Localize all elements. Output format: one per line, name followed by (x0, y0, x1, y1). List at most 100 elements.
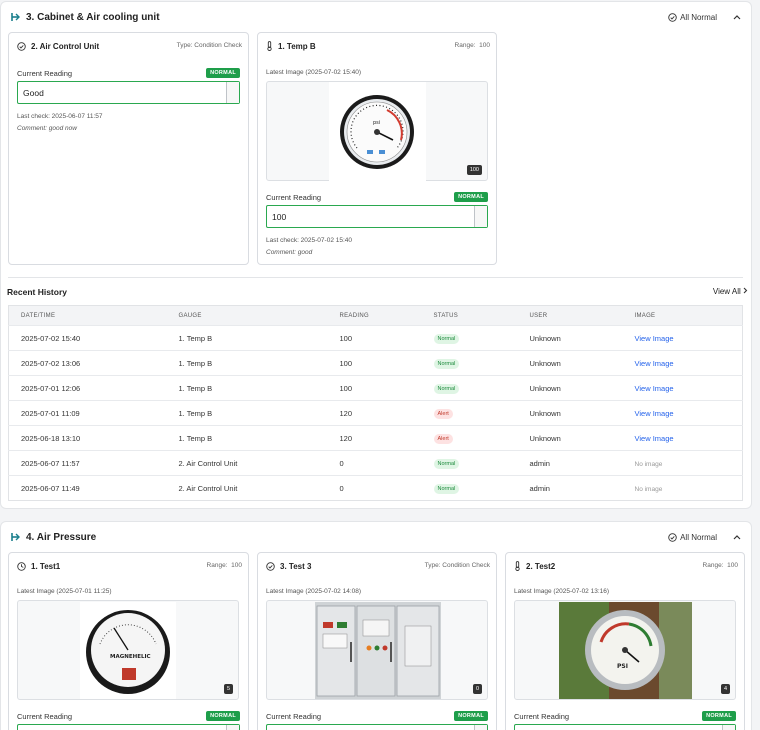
comment: Comment: good (266, 249, 313, 256)
view-image-link[interactable]: View Image (635, 434, 674, 443)
table-header-row: DATE/TIME GAUGE READING STATUS USER IMAG… (8, 305, 743, 326)
reading-input[interactable] (266, 724, 488, 730)
image-count-badge: 0 (472, 684, 482, 694)
reading-label: Current Reading (17, 712, 73, 721)
cell-gauge: 1. Temp B (166, 375, 328, 401)
col-status: STATUS (421, 305, 518, 326)
chevron-up-icon (733, 15, 741, 20)
reading-input[interactable]: Good (17, 81, 240, 104)
gauge-card-air-control-unit: 2. Air Control Unit Type: Condition Chec… (8, 32, 249, 265)
range-value: 100 (479, 42, 490, 49)
cell-user: Unknown (517, 325, 623, 351)
cell-image: View Image (622, 400, 743, 426)
cell-user: Unknown (517, 400, 623, 426)
view-all-link[interactable]: View All (713, 287, 748, 296)
divider (8, 277, 743, 278)
clock-icon (17, 561, 26, 571)
cell-gauge: 1. Temp B (166, 350, 328, 376)
range-label: Range: (454, 42, 476, 49)
card-title: 3. Test 3 (280, 561, 312, 571)
section-header: 3. Cabinet & Air cooling unit (1, 2, 751, 32)
input-addon[interactable] (226, 82, 239, 103)
status-pill: Normal (433, 333, 460, 344)
view-image-link[interactable]: View Image (635, 359, 674, 368)
card-type: Type: Condition Check (176, 42, 242, 49)
reading-input[interactable]: 100 (266, 205, 488, 228)
check-circle-icon (668, 12, 677, 22)
status-badge: NORMAL (206, 711, 240, 721)
no-image-text: No image (634, 485, 663, 493)
cell-user: admin (517, 475, 623, 501)
status-pill: Normal (433, 458, 460, 469)
cell-image: View Image (622, 350, 743, 376)
reading-label: Current Reading (17, 69, 73, 78)
status-badge: NORMAL (454, 192, 488, 202)
outdoor-gauge-photo: PSI (559, 602, 692, 699)
reading-value: 100 (272, 211, 287, 222)
view-image-link[interactable]: View Image (635, 409, 674, 418)
cell-status: Normal (421, 350, 518, 376)
card-title: 2. Air Control Unit (31, 41, 100, 51)
reading-input[interactable] (514, 724, 736, 730)
cell-datetime: 2025-06-07 11:57 (8, 450, 167, 476)
view-image-link[interactable]: View Image (635, 384, 674, 393)
table-row: 2025-07-01 12:06 1. Temp B 100 Normal Un… (8, 375, 743, 401)
status-pill: Alert (433, 433, 453, 444)
section-header: 4. Air Pressure (1, 522, 751, 552)
magnehelic-gauge-photo: MAGNEHELIC (80, 602, 176, 699)
cell-status: Normal (421, 450, 518, 476)
card-range: Range: 100 (703, 553, 738, 579)
gauge-image[interactable]: PSI 4 (514, 600, 736, 700)
cell-gauge: 1. Temp B (166, 425, 328, 451)
table-row: 2025-06-18 13:10 1. Temp B 120 Alert Unk… (8, 425, 743, 451)
chevron-right-icon (743, 287, 748, 294)
cell-status: Alert (421, 400, 518, 426)
cell-reading: 100 (327, 375, 422, 401)
input-addon[interactable] (722, 725, 735, 730)
gauge-image[interactable]: psi 100 (266, 81, 488, 182)
gauge-image[interactable]: 0 (266, 600, 488, 700)
cell-image: View Image (622, 325, 743, 351)
latest-image-label: Latest Image (2025-07-02 15:40) (266, 69, 362, 76)
input-addon[interactable] (226, 725, 239, 730)
status-badge: NORMAL (702, 711, 736, 721)
cell-user: Unknown (517, 425, 623, 451)
collapse-button[interactable] (733, 522, 741, 552)
card-title: 2. Test2 (526, 561, 556, 571)
section-status-label: All Normal (680, 12, 717, 22)
view-image-link[interactable]: View Image (635, 334, 674, 343)
cell-datetime: 2025-07-01 11:09 (8, 400, 167, 426)
cell-status: Normal (421, 475, 518, 501)
image-count-badge: 5 (223, 684, 233, 694)
range-label: Range: (702, 562, 724, 569)
card-range: Range: 100 (207, 553, 242, 579)
cell-image: View Image (622, 425, 743, 451)
cell-status: Normal (421, 325, 518, 351)
reading-input[interactable] (17, 724, 240, 730)
thermometer-icon (515, 561, 520, 571)
check-circle-icon (17, 41, 26, 51)
collapse-button[interactable] (733, 2, 741, 32)
cell-user: Unknown (517, 350, 623, 376)
cell-reading: 0 (327, 450, 422, 476)
input-addon[interactable] (474, 206, 487, 227)
cell-gauge: 1. Temp B (166, 325, 328, 351)
status-badge: NORMAL (206, 68, 240, 78)
cell-gauge: 2. Air Control Unit (166, 475, 328, 501)
gauge-card-test3: 3. Test 3 Type: Condition Check Latest I… (257, 552, 497, 730)
gauge-image[interactable]: MAGNEHELIC 5 (17, 600, 239, 700)
status-badge: NORMAL (454, 711, 488, 721)
section-title: 3. Cabinet & Air cooling unit (26, 11, 160, 23)
cell-datetime: 2025-06-07 11:49 (8, 475, 167, 501)
section-status: All Normal (668, 2, 717, 32)
status-pill: Normal (433, 383, 460, 394)
cell-gauge: 2. Air Control Unit (166, 450, 328, 476)
gauge-card-temp-b: 1. Temp B Range: 100 Latest Image (2025-… (257, 32, 497, 265)
input-addon[interactable] (474, 725, 487, 730)
pressure-gauge-photo: psi (329, 82, 426, 182)
gauge-teal-icon (11, 533, 20, 541)
cell-datetime: 2025-07-02 13:06 (8, 350, 167, 376)
gauge-dial-text: PSI (617, 663, 628, 670)
last-check: Last check: 2025-07-02 15:40 (266, 237, 353, 244)
cell-reading: 120 (327, 400, 422, 426)
